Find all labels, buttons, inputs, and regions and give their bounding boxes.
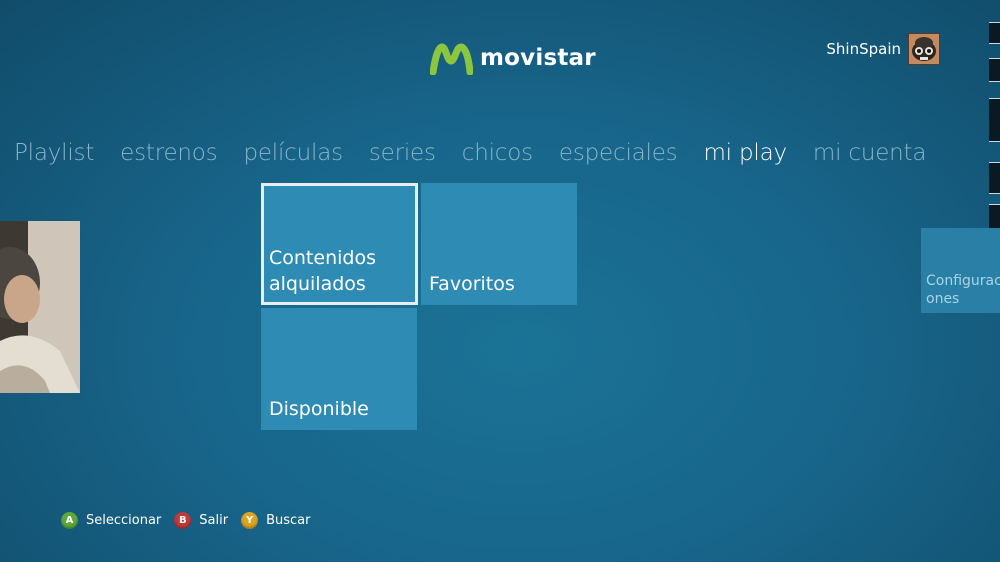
tile-contenidos-alquilados[interactable]: Contenidos alquilados bbox=[261, 183, 418, 305]
nav-item-playlist[interactable]: Playlist bbox=[14, 140, 94, 166]
tile-favoritos[interactable]: Favoritos bbox=[421, 183, 577, 305]
hint-search[interactable]: Y Buscar bbox=[241, 512, 310, 529]
movistar-m-icon bbox=[430, 43, 473, 75]
xbox-dashboard-screen: movistar ShinSpain Playlist estrenos pel… bbox=[0, 0, 1000, 562]
nav-item-mi-cuenta[interactable]: mi cuenta bbox=[813, 140, 927, 166]
tile-disponible[interactable]: Disponible bbox=[261, 308, 417, 430]
gamerpic-icon bbox=[909, 34, 939, 64]
tile-label: Configuraciones bbox=[926, 273, 1000, 307]
nav-item-peliculas[interactable]: películas bbox=[243, 140, 343, 166]
tile-label: Favoritos bbox=[429, 273, 515, 295]
brand-name: movistar bbox=[480, 45, 596, 71]
movistar-logo: movistar bbox=[430, 38, 596, 78]
b-button-icon: B bbox=[174, 512, 192, 529]
user-name: ShinSpain bbox=[826, 40, 901, 58]
nav-item-chicos[interactable]: chicos bbox=[462, 140, 533, 166]
hint-label: Buscar bbox=[266, 513, 311, 528]
main-nav: Playlist estrenos películas series chico… bbox=[14, 140, 952, 166]
hint-exit[interactable]: B Salir bbox=[174, 512, 228, 529]
nav-item-estrenos[interactable]: estrenos bbox=[120, 140, 217, 166]
hint-label: Salir bbox=[199, 513, 229, 528]
hint-label: Seleccionar bbox=[86, 513, 162, 528]
nav-item-series[interactable]: series bbox=[369, 140, 436, 166]
nav-item-mi-play[interactable]: mi play bbox=[703, 140, 787, 166]
y-button-icon: Y bbox=[241, 512, 259, 529]
tile-configuraciones[interactable]: Configuraciones bbox=[921, 228, 1000, 313]
user-profile[interactable]: ShinSpain bbox=[826, 33, 940, 65]
hint-select[interactable]: A Seleccionar bbox=[61, 512, 161, 529]
nav-item-especiales[interactable]: especiales bbox=[559, 140, 678, 166]
tile-label: Disponible bbox=[269, 398, 369, 420]
previous-section-photo-tile[interactable] bbox=[0, 221, 80, 393]
avatar bbox=[908, 33, 940, 65]
a-button-icon: A bbox=[61, 512, 78, 529]
controller-hints: A Seleccionar B Salir Y Buscar bbox=[61, 512, 323, 529]
person-photo-image bbox=[0, 221, 80, 393]
tile-label: Contenidos alquilados bbox=[269, 247, 376, 295]
